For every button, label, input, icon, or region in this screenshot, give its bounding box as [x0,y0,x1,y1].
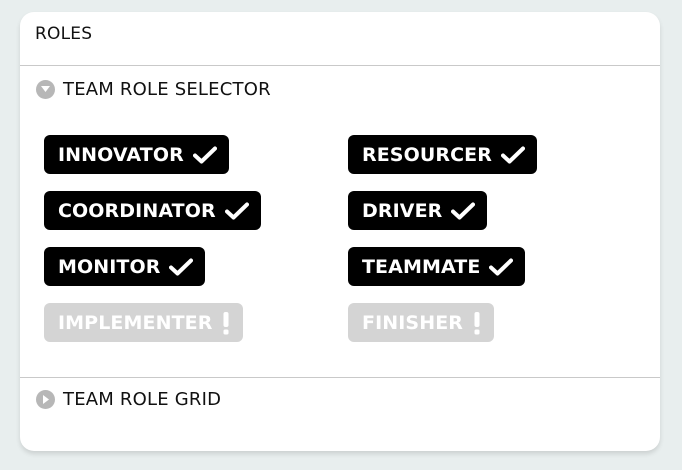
team-role-selector-toggle[interactable]: TEAM ROLE SELECTOR [20,66,660,112]
team-role-grid-toggle[interactable]: TEAM ROLE GRID [20,378,660,420]
exclamation-icon [221,311,231,335]
team-role-grid-title: TEAM ROLE GRID [63,388,222,410]
chevron-right-icon [36,389,55,409]
role-badge-monitor[interactable]: MONITOR [44,247,206,286]
team-role-grid-section: TEAM ROLE GRID [20,378,660,420]
role-badge-resourcer[interactable]: RESOURCER [348,135,537,174]
check-icon [224,202,249,220]
check-icon [489,258,514,276]
role-badge-list: INNOVATOR RESOURCER COORDINATOR DRIVER M… [44,135,644,355]
card-title: ROLES [20,12,660,66]
check-icon [500,146,525,164]
team-role-selector-title: TEAM ROLE SELECTOR [63,78,271,100]
role-label: IMPLEMENTER [58,311,213,334]
check-icon [451,202,476,220]
role-label: TEAMMATE [362,255,481,278]
role-label: DRIVER [362,199,443,222]
role-badge-coordinator[interactable]: COORDINATOR [44,191,261,230]
role-badge-driver[interactable]: DRIVER [348,191,488,230]
chevron-down-icon [36,79,55,99]
role-badge-implementer[interactable]: IMPLEMENTER [44,303,244,342]
check-icon [169,258,194,276]
team-role-selector-section: TEAM ROLE SELECTOR INNOVATOR RESOURCER C… [20,66,660,378]
roles-card: ROLES TEAM ROLE SELECTOR INNOVATOR RESOU… [20,12,660,451]
role-label: COORDINATOR [58,199,216,222]
role-badge-finisher[interactable]: FINISHER [348,303,495,342]
check-icon [192,146,217,164]
role-label: RESOURCER [362,143,492,166]
role-badge-teammate[interactable]: TEAMMATE [348,247,526,286]
role-label: MONITOR [58,255,161,278]
role-badge-innovator[interactable]: INNOVATOR [44,135,229,174]
exclamation-icon [472,311,482,335]
role-label: INNOVATOR [58,143,184,166]
role-label: FINISHER [362,311,464,334]
